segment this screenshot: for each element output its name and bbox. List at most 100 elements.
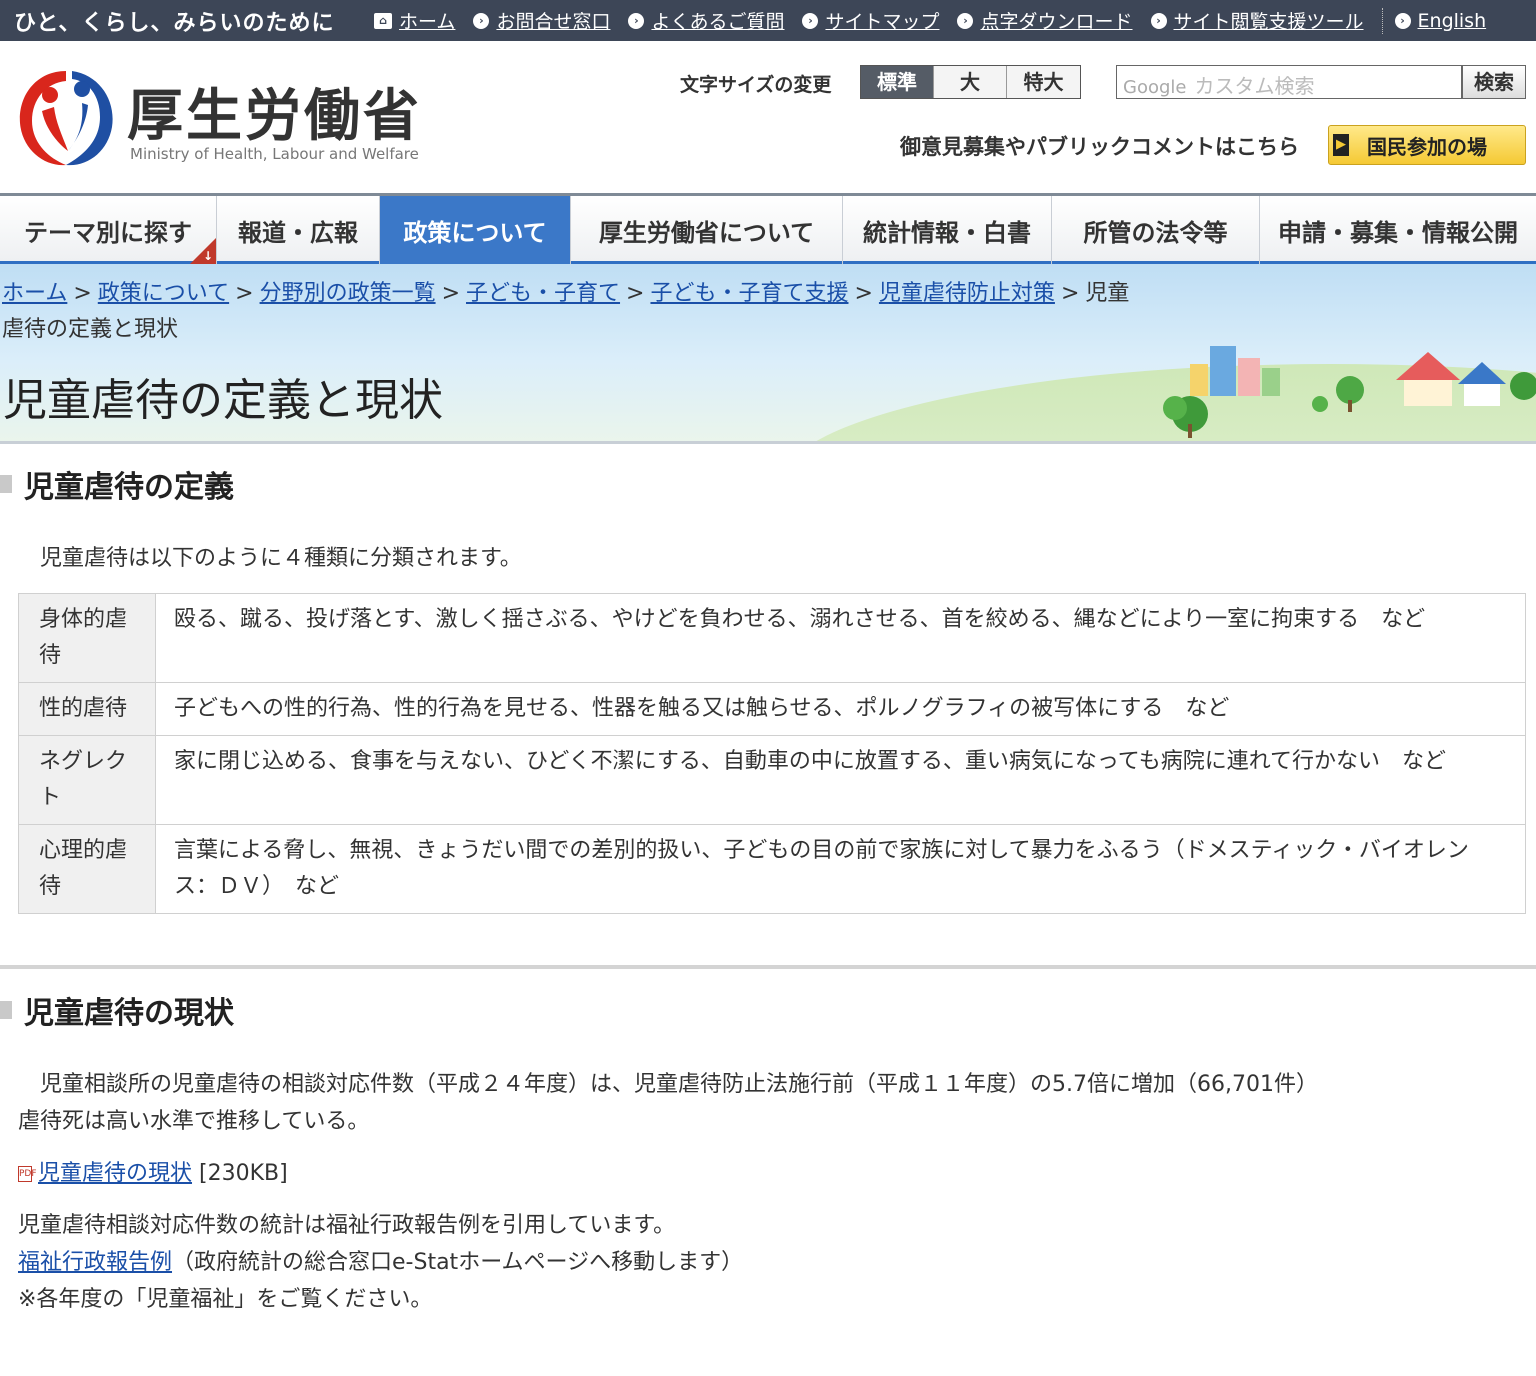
table-row: 身体的虐待 殴る、蹴る、投げ落とす、激しく揺さぶる、やけどを負わせる、溺れさせる… [18, 593, 1526, 683]
accessibility-link[interactable]: サイト閲覧支援ツール [1174, 7, 1364, 34]
top-link-accessibility[interactable]: › サイト閲覧支援ツール [1150, 7, 1364, 34]
circle-arrow-icon: › [802, 12, 819, 29]
section-divider [0, 965, 1536, 969]
circle-arrow-icon: › [628, 12, 645, 29]
page-header-banner: ホーム > 政策について > 分野別の政策一覧 > 子ども・子育て > 子ども・子育て支援 > 児童… [0, 264, 1536, 444]
estat-note: （政府統計の総合窓口e-Statホームページへ移動します） [172, 1250, 744, 1275]
status-paragraph: 児童相談所の児童虐待の相談対応件数（平成２４年度）は、児童虐待防止法施行前（平成… [40, 1072, 1318, 1097]
pdf-link[interactable]: 児童虐待の現状 [38, 1161, 192, 1186]
search-placeholder: カスタム検索 [1194, 74, 1315, 98]
fontsize-label: 文字サイズの変更 [680, 74, 832, 96]
abuse-type-cell: 身体的虐待 [18, 593, 156, 683]
breadcrumb-separator: > [441, 281, 461, 306]
global-nav: テーマ別に探す ↓ 報道・広報 政策について 厚生労働省について 統計情報・白書… [0, 193, 1536, 264]
table-row: ネグレクト 家に閉じ込める、食事を与えない、ひどく不潔にする、自動車の中に放置す… [18, 735, 1526, 825]
breadcrumb-separator: > [235, 281, 254, 306]
nav-item-press[interactable]: 報道・広報 [217, 196, 380, 264]
definition-intro: 児童虐待は以下のように４種類に分類されます。 [40, 546, 522, 571]
circle-arrow-icon: › [473, 12, 490, 29]
abuse-description-cell: 殴る、蹴る、投げ落とす、激しく揺さぶる、やけどを負わせる、溺れさせる、首を絞める… [155, 593, 1526, 683]
site-header: 厚生労働省 Ministry of Health, Labour and Wel… [0, 41, 1536, 193]
status-paragraph-2: 虐待死は高い水準で推移している。 [18, 1109, 370, 1134]
breadcrumb-separator: > [626, 281, 645, 306]
search-input[interactable]: Google カスタム検索 [1116, 65, 1462, 99]
estat-link-row: 福祉行政報告例（政府統計の総合窓口e-Statホームページへ移動します） [18, 1244, 743, 1281]
google-logo: Google [1123, 77, 1187, 98]
table-row: 性的虐待 子どもへの性的行為、性的行為を見せる、性器を触る又は触らせる、ポルノグ… [18, 682, 1526, 736]
arrow-down-icon: ↓ [202, 249, 213, 263]
nav-item-label: テーマ別に探す [24, 218, 192, 247]
heading-marker [0, 1001, 12, 1019]
divider [1381, 7, 1383, 34]
public-comment-text: 御意見募集やパブリックコメントはこちら [900, 135, 1299, 159]
home-link[interactable]: ホーム [399, 7, 455, 34]
nav-item-applications[interactable]: 申請・募集・情報公開 [1260, 196, 1536, 264]
child-welfare-note: ※各年度の「児童福祉」をご覧ください。 [18, 1287, 433, 1312]
pdf-size: [230KB] [199, 1161, 288, 1186]
mhlw-logo-icon[interactable] [16, 61, 116, 169]
breadcrumb-separator: > [73, 281, 92, 306]
estat-link[interactable]: 福祉行政報告例 [18, 1250, 172, 1275]
home-icon: ⌂ [374, 12, 392, 29]
top-link-home[interactable]: ⌂ ホーム [374, 7, 455, 34]
pdf-link-row: PDF児童虐待の現状 [230KB] [18, 1155, 288, 1192]
top-link-english[interactable]: › English [1394, 10, 1487, 32]
abuse-definition-table: 身体的虐待 殴る、蹴る、投げ落とす、激しく揺さぶる、やけどを負わせる、溺れさせる… [18, 593, 1526, 914]
ministry-english-name: Ministry of Health, Labour and Welfare [130, 145, 419, 163]
breadcrumb-policy[interactable]: 政策について [98, 281, 229, 306]
abuse-type-cell: 心理的虐待 [18, 824, 156, 914]
pdf-icon: PDF [18, 1166, 37, 1182]
heading-marker [0, 475, 12, 493]
search-button[interactable]: 検索 [1462, 65, 1526, 99]
abuse-description-cell: 家に閉じ込める、食事を与えない、ひどく不潔にする、自動車の中に放置する、重い病気… [155, 735, 1526, 825]
ministry-name[interactable]: 厚生労働省 [127, 71, 422, 152]
fontsize-standard-button[interactable]: 標準 [861, 66, 934, 98]
slogan: ひと、くらし、みらいのために [14, 10, 335, 36]
braille-link[interactable]: 点字ダウンロード [980, 7, 1132, 34]
breadcrumb-separator: > [854, 281, 873, 306]
nav-item-about[interactable]: 厚生労働省について [571, 196, 843, 264]
town-illustration [1163, 346, 1536, 438]
section-heading-definition: 児童虐待の定義 [0, 462, 234, 506]
contact-link[interactable]: お問合せ窓口 [496, 7, 610, 34]
fontsize-xlarge-button[interactable]: 特大 [1007, 66, 1080, 98]
public-participation-button[interactable]: ▶ 国民参加の場 [1328, 125, 1526, 165]
faq-link[interactable]: よくあるご質問 [651, 7, 784, 34]
circle-arrow-icon: › [1394, 12, 1411, 29]
abuse-description-cell: 子どもへの性的行為、性的行為を見せる、性器を触る又は触らせる、ポルノグラフィの被… [155, 682, 1526, 736]
nav-item-laws[interactable]: 所管の法令等 [1052, 196, 1260, 264]
top-link-braille[interactable]: › 点字ダウンロード [957, 7, 1133, 34]
top-link-sitemap[interactable]: › サイトマップ [802, 7, 939, 34]
page-title: 児童虐待の定義と現状 [3, 375, 443, 426]
breadcrumb-children[interactable]: 子ども・子育て [466, 281, 620, 306]
arrow-right-icon: ▶ [1333, 134, 1349, 156]
section-heading-current-status: 児童虐待の現状 [0, 988, 234, 1032]
circle-arrow-icon: › [957, 12, 974, 29]
breadcrumb-policy-list[interactable]: 分野別の政策一覧 [260, 281, 436, 306]
circle-arrow-icon: › [1150, 12, 1167, 29]
stats-note: 児童虐待相談対応件数の統計は福祉行政報告例を引用しています。 [18, 1213, 676, 1238]
public-participation-label: 国民参加の場 [1367, 134, 1487, 159]
nav-item-statistics[interactable]: 統計情報・白書 [843, 196, 1052, 264]
top-links: ⌂ ホーム › お問合せ窓口 › よくあるご質問 › サイトマップ › 点字ダウンロード … [374, 7, 1504, 34]
breadcrumb-home[interactable]: ホーム [2, 281, 67, 306]
breadcrumb-separator: > [1060, 281, 1080, 306]
abuse-description-cell: 言葉による脅し、無視、きょうだい間での差別的扱い、子どもの目の前で家族に対して暴… [155, 824, 1526, 914]
top-link-contact[interactable]: › お問合せ窓口 [473, 7, 610, 34]
section-heading-text: 児童虐待の定義 [24, 470, 234, 505]
fontsize-switcher: 標準 大 特大 [860, 65, 1081, 99]
table-row: 心理的虐待 言葉による脅し、無視、きょうだい間での差別的扱い、子どもの目の前で家… [18, 824, 1526, 914]
breadcrumb-abuse-prevention[interactable]: 児童虐待防止対策 [879, 281, 1055, 306]
breadcrumb: ホーム > 政策について > 分野別の政策一覧 > 子ども・子育て > 子ども・子育て支援 > 児童… [2, 276, 1142, 348]
sitemap-link[interactable]: サイトマップ [825, 7, 939, 34]
nav-item-policy[interactable]: 政策について [380, 196, 571, 264]
breadcrumb-childcare-support[interactable]: 子ども・子育て支援 [650, 281, 848, 306]
fontsize-large-button[interactable]: 大 [934, 66, 1007, 98]
english-link[interactable]: English [1418, 10, 1487, 32]
top-bar: ひと、くらし、みらいのために ⌂ ホーム › お問合せ窓口 › よくあるご質問 › サイ… [0, 0, 1536, 41]
abuse-type-cell: 性的虐待 [18, 682, 156, 736]
abuse-type-cell: ネグレクト [18, 735, 156, 825]
nav-item-theme[interactable]: テーマ別に探す ↓ [0, 196, 217, 264]
section-heading-text: 児童虐待の現状 [24, 996, 234, 1031]
top-link-faq[interactable]: › よくあるご質問 [628, 7, 784, 34]
